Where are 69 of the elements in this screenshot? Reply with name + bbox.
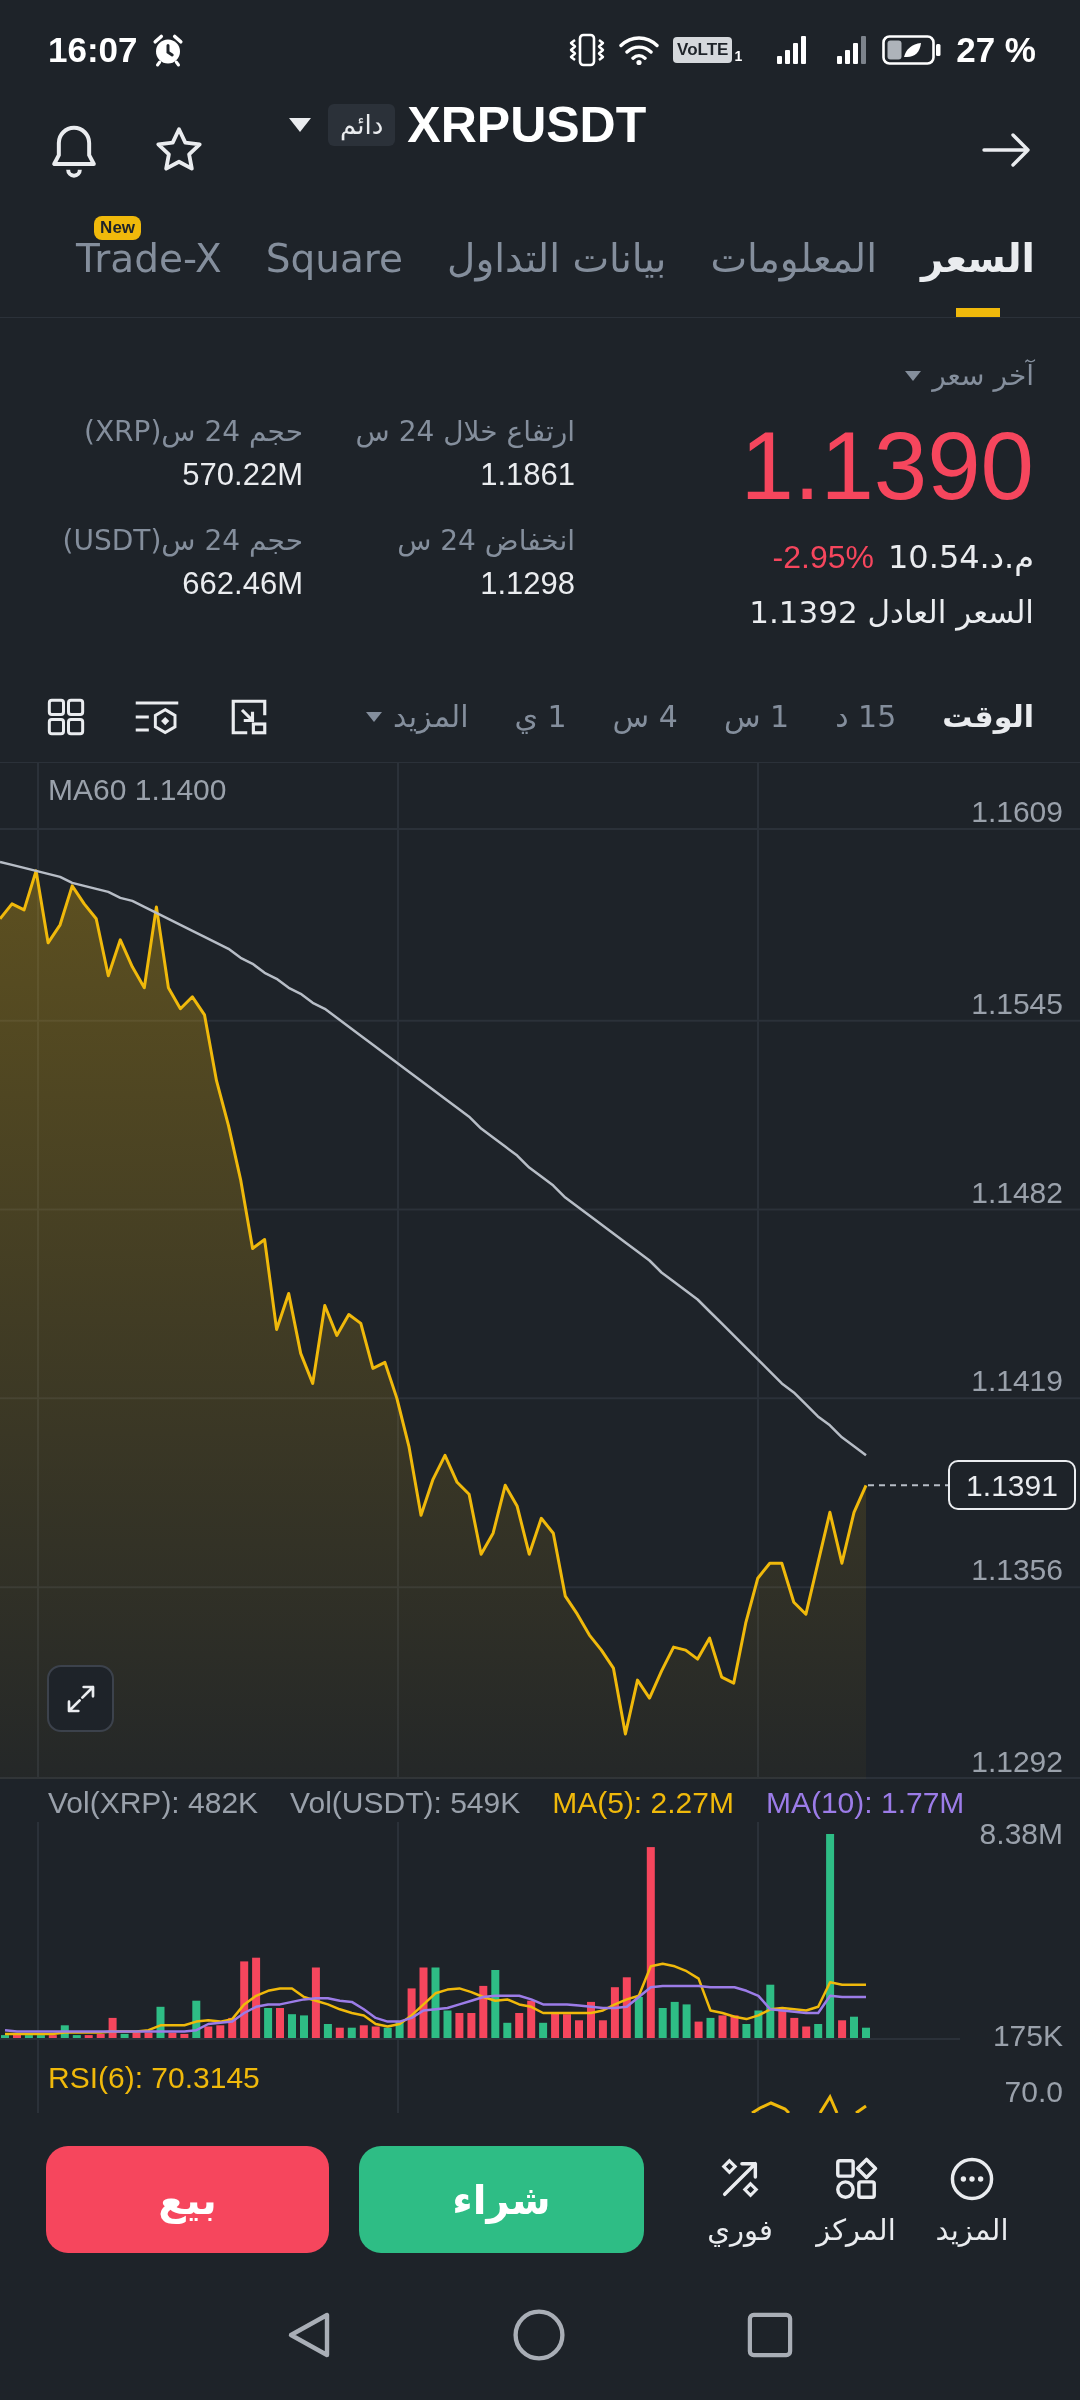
stat-label: حجم 24 س(XRP) xyxy=(83,414,303,450)
axis-label: 1.1292 xyxy=(971,1745,1063,1779)
tab[interactable]: المعلومات xyxy=(710,200,877,317)
vibrate-icon xyxy=(569,33,606,67)
symbol-title[interactable]: XRPUSDT xyxy=(407,97,647,153)
status-time: 16:07 xyxy=(48,30,138,70)
battery-icon xyxy=(882,34,943,66)
caret-down-icon xyxy=(365,711,383,723)
buy-button[interactable]: شراء xyxy=(359,2146,644,2253)
axis-label: 8.38M xyxy=(979,1817,1063,1852)
axis-label: 70.0 xyxy=(1004,2075,1063,2109)
axis-label: 1.1419 xyxy=(971,1364,1063,1399)
caret-down-icon xyxy=(904,370,923,382)
fullscreen-button[interactable] xyxy=(47,1665,114,1732)
more-intervals-dropdown[interactable]: المزيد xyxy=(365,699,469,735)
interval-tab[interactable]: الوقت xyxy=(942,699,1034,735)
volte-badge: VoLTE xyxy=(673,37,733,63)
legend-label: MA(10): 1.77M xyxy=(765,1785,965,1821)
signal-icon xyxy=(776,35,809,65)
sim-slot-label: 1 xyxy=(734,49,743,63)
tab[interactable]: Square xyxy=(265,200,404,317)
more-icon xyxy=(949,2156,995,2202)
stat-label: ارتفاع خلال 24 س xyxy=(355,414,575,450)
shapes-icon xyxy=(833,2156,879,2202)
grid-icon[interactable] xyxy=(46,697,86,737)
tab[interactable]: بيانات التداول xyxy=(447,200,667,317)
wifi-icon xyxy=(619,34,660,66)
signal-icon xyxy=(836,35,869,65)
contract-type-badge: دائم xyxy=(328,104,396,146)
price-change-percent: -2.95% xyxy=(772,538,874,577)
stat-value: 662.46M xyxy=(182,566,303,602)
indicator-legend: RSI(6): 70.3145 xyxy=(48,2060,260,2096)
battery-percent: 27 % xyxy=(956,30,1036,70)
bottom-action-button[interactable]: المركز xyxy=(798,2146,914,2248)
axis-label: 1.1482 xyxy=(971,1175,1063,1210)
bottom-action-button[interactable]: فوري xyxy=(682,2146,798,2248)
new-badge: New xyxy=(94,216,142,240)
interval-tab[interactable]: 15 د xyxy=(835,699,897,735)
indicator-legend: MA60 1.1400 xyxy=(48,772,227,808)
legend-label: MA(5): 2.27M xyxy=(552,1785,734,1821)
home-icon[interactable] xyxy=(513,2309,565,2361)
price-change: م.د.10.54 xyxy=(888,537,1034,577)
sell-button[interactable]: بيع xyxy=(46,2146,329,2253)
stat-label: حجم 24 س(USDT) xyxy=(62,523,303,559)
stat-value: 1.1861 xyxy=(480,457,575,493)
current-price-label: 1.1391 xyxy=(948,1460,1076,1511)
fair-price: السعر العادل 1.1392 xyxy=(749,593,1034,632)
stat-value: 570.22M xyxy=(182,457,303,493)
recents-icon[interactable] xyxy=(747,2312,793,2358)
interval-tab[interactable]: 4 س xyxy=(612,699,678,735)
axis-label: 1.1545 xyxy=(971,986,1063,1021)
back-icon[interactable] xyxy=(287,2311,331,2359)
stat-value: 1.1298 xyxy=(480,566,575,602)
list-hexagon-icon[interactable] xyxy=(134,699,180,735)
price-type-dropdown[interactable]: آخر سعر xyxy=(904,358,1034,394)
bottom-action-button[interactable]: المزيد xyxy=(914,2146,1030,2248)
stat-label: انخفاض 24 س xyxy=(397,523,575,559)
legend-label: Vol(USDT): 549K xyxy=(290,1785,521,1821)
last-price: 1.1390 xyxy=(740,416,1034,516)
caret-down-icon[interactable] xyxy=(288,117,312,133)
axis-label: 175K xyxy=(992,2018,1063,2053)
axis-label: 1.1356 xyxy=(971,1553,1063,1588)
axis-label: 1.1609 xyxy=(971,794,1063,829)
tab[interactable]: السعر xyxy=(921,200,1035,317)
interval-tab[interactable]: 1 س xyxy=(723,699,790,735)
arrow-right-icon[interactable] xyxy=(982,132,1032,168)
tab[interactable]: Trade-X New xyxy=(76,200,222,317)
legend-label: Vol(XRP): 482K xyxy=(48,1785,259,1821)
interval-tab[interactable]: 1 ي xyxy=(514,699,567,735)
